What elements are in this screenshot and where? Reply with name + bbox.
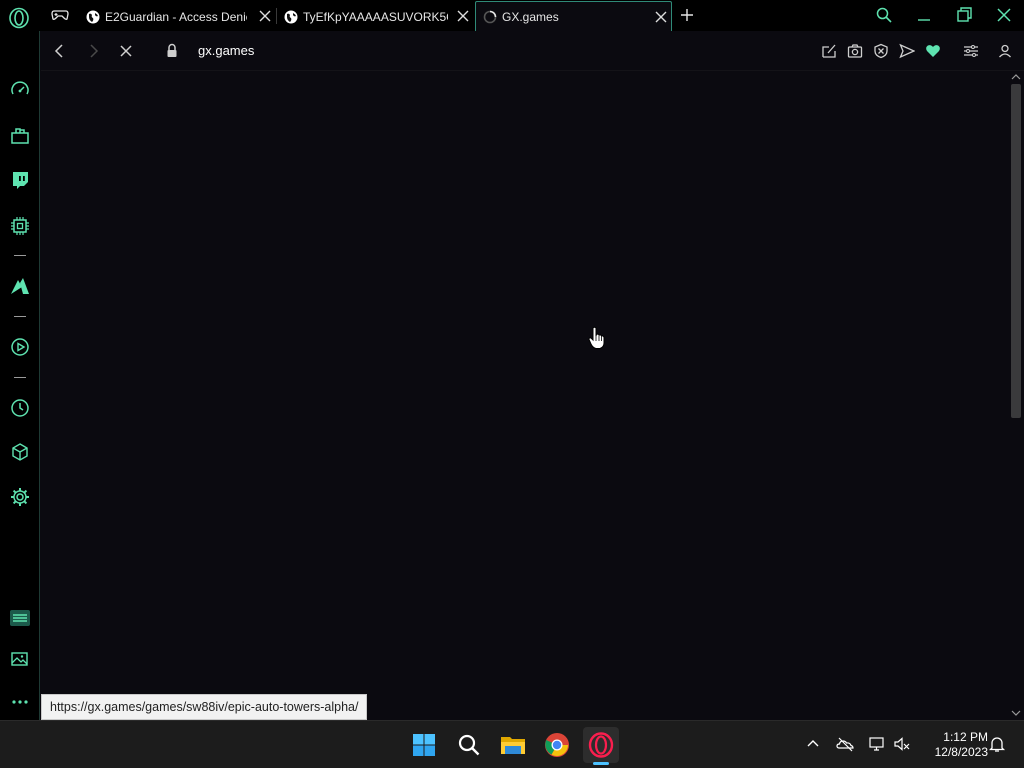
send-icon[interactable] [899,43,915,59]
twitch-icon[interactable] [9,169,31,191]
gx-control-icon[interactable] [9,215,31,237]
stop-loading-icon[interactable] [117,42,135,60]
close-tab-icon[interactable] [457,10,469,22]
opera-gx-logo-icon[interactable] [8,7,30,29]
chrome-icon [545,733,569,757]
onedrive-offline-icon[interactable] [836,735,854,753]
taskbar-file-explorer[interactable] [495,727,531,763]
windows-start-icon [413,734,435,756]
restore-icon[interactable] [955,6,973,24]
opera-gx-icon [588,732,614,758]
profile-icon[interactable] [997,43,1013,59]
tab-e2guardian[interactable]: E2Guardian - Access Denied [80,2,275,31]
sidebar-divider [14,255,26,256]
loading-spinner-icon [483,10,497,23]
title-bar: E2Guardian - Access Denied TyEfKpYAAAAAS… [0,0,1024,31]
gx-corner-icon[interactable] [51,8,69,22]
pinboard-icon[interactable] [9,275,31,297]
history-icon[interactable] [9,397,31,419]
clock-time: 1:12 PM [943,730,988,744]
taskbar-clock[interactable]: 1:12 PM 12/8/2023 [918,730,988,760]
tab-gx-games[interactable]: GX.games [475,1,672,31]
extensions-icon[interactable] [9,124,31,146]
player-icon[interactable] [9,336,31,358]
speed-dial-icon[interactable] [9,79,31,101]
edit-share-icon[interactable] [821,43,837,59]
sidebar [0,31,40,720]
clock-date: 12/8/2023 [934,745,988,759]
hand-cursor-icon [588,326,605,349]
close-tab-icon[interactable] [655,11,667,23]
extensions-cube-icon[interactable] [9,441,31,463]
back-icon[interactable] [51,42,69,60]
network-disconnected-icon[interactable] [868,735,886,753]
search-icon [458,734,480,756]
chevron-up-icon[interactable] [804,735,822,753]
page-content [41,71,1009,720]
taskbar-opera-gx[interactable] [583,727,619,763]
address-bar: gx.games [41,31,1024,71]
settings-icon[interactable] [9,486,31,508]
scrollbar-thumb[interactable] [1011,84,1021,418]
tab-image-data[interactable]: TyEfKpYAAAAASUVORK5CYII= [278,2,473,31]
sidebar-divider [14,316,26,317]
windows-taskbar: 1:12 PM 12/8/2023 [0,720,1024,768]
lock-icon[interactable] [165,43,179,59]
tab-title: TyEfKpYAAAAASUVORK5CYII= [303,9,448,24]
globe-icon [86,10,100,23]
tab-islands-icon[interactable] [9,607,31,629]
scroll-up-icon[interactable] [1011,72,1021,82]
taskbar-search-button[interactable] [451,727,487,763]
sidebar-divider [14,377,26,378]
search-tabs-icon[interactable] [875,6,893,24]
link-status-bar: https://gx.games/games/sw88iv/epic-auto-… [41,694,368,720]
screen: E2Guardian - Access Denied TyEfKpYAAAAAS… [0,0,1024,768]
easy-setup-icon[interactable] [963,43,979,59]
taskbar-chrome[interactable] [539,727,575,763]
url-text[interactable]: gx.games [198,43,254,58]
heart-icon[interactable] [925,43,941,59]
snapshot-gallery-icon[interactable] [9,648,31,670]
volume-muted-icon[interactable] [893,735,911,753]
active-app-indicator [593,762,609,765]
globe-icon [284,10,298,23]
scroll-down-icon[interactable] [1011,708,1021,718]
file-explorer-icon [501,737,525,754]
windows-start-button[interactable] [406,727,442,763]
more-icon[interactable] [9,691,31,713]
camera-icon[interactable] [847,43,863,59]
new-tab-plus-icon[interactable] [678,6,696,24]
tab-title: E2Guardian - Access Denied [105,9,247,24]
ad-blocker-icon[interactable] [873,43,889,59]
forward-icon[interactable] [84,42,102,60]
close-window-icon[interactable] [995,6,1013,24]
close-tab-icon[interactable] [259,10,271,22]
tab-divider [276,8,277,24]
minimize-icon[interactable] [915,6,933,24]
tab-title: GX.games [502,9,559,24]
notification-bell-icon[interactable] [988,735,1006,753]
